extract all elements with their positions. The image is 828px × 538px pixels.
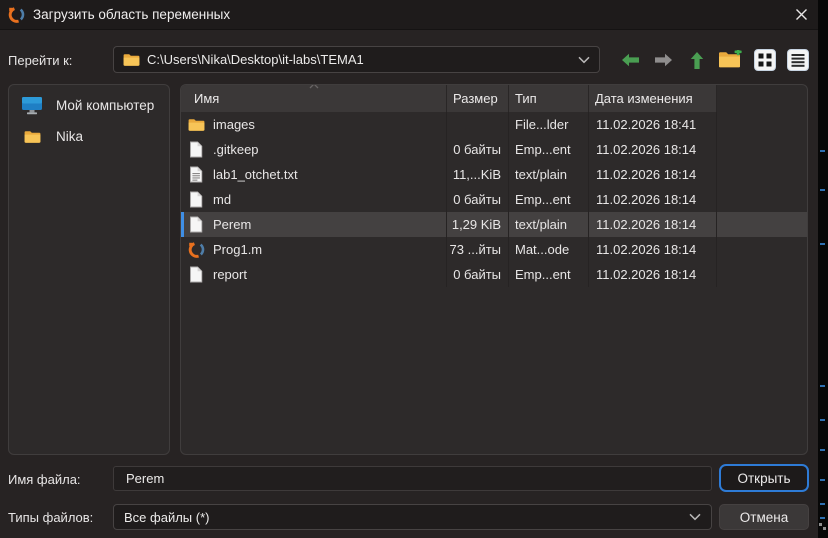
file-date: 11.02.2026 18:41 <box>589 112 717 137</box>
grid-view-icon <box>754 49 776 71</box>
sidebar-item-мой-компьютер[interactable]: Мой компьютер <box>9 90 169 121</box>
filetype-combobox[interactable]: Все файлы (*) <box>113 504 712 530</box>
column-header-name[interactable]: Имя <box>181 85 447 112</box>
table-row[interactable]: images File...lder 11.02.2026 18:41 <box>181 112 807 137</box>
forward-icon <box>654 53 673 67</box>
load-variables-dialog: Загрузить область переменных Перейти к: … <box>0 0 818 538</box>
dialog-title: Загрузить область переменных <box>33 7 230 22</box>
file-name: Perem <box>213 217 251 232</box>
table-row[interactable]: Perem 1,29 KiB text/plain 11.02.2026 18:… <box>181 212 807 237</box>
file-rows: images File...lder 11.02.2026 18:41 .git… <box>181 112 807 287</box>
icon-view-button[interactable] <box>752 47 778 73</box>
filename-label: Имя файла: <box>8 472 81 487</box>
up-icon <box>690 51 704 70</box>
file-size: 11,...KiB <box>447 162 509 187</box>
table-row[interactable]: Prog1.m 73 ...йты Mat...ode 11.02.2026 1… <box>181 237 807 262</box>
table-header: Имя Размер Тип Дата изменения <box>181 85 807 112</box>
sidebar-item-icon <box>20 130 44 144</box>
sidebar-item-label: Nika <box>56 129 83 144</box>
filetype-label: Типы файлов: <box>8 510 93 525</box>
file-name: .gitkeep <box>213 142 259 157</box>
table-row[interactable]: report 0 байты Emp...ent 11.02.2026 18:1… <box>181 262 807 287</box>
file-date: 11.02.2026 18:14 <box>589 262 717 287</box>
filename-input[interactable]: Perem <box>113 466 712 491</box>
file-date: 11.02.2026 18:14 <box>589 187 717 212</box>
file-type-icon <box>187 141 205 158</box>
path-value: C:\Users\Nika\Desktop\it-labs\TEMA1 <box>147 52 364 67</box>
file-date: 11.02.2026 18:14 <box>589 212 717 237</box>
sidebar-item-nika[interactable]: Nika <box>9 121 169 152</box>
cancel-button[interactable]: Отмена <box>719 504 809 530</box>
file-type: text/plain <box>509 162 589 187</box>
forward-button[interactable] <box>650 47 676 73</box>
back-button[interactable] <box>617 47 643 73</box>
close-icon <box>795 8 808 21</box>
column-header-date[interactable]: Дата изменения <box>589 85 717 112</box>
new-folder-button[interactable] <box>717 47 743 73</box>
detail-view-button[interactable] <box>785 47 811 73</box>
file-name: report <box>213 267 247 282</box>
title-bar: Загрузить область переменных <box>0 0 818 30</box>
open-button[interactable]: Открыть <box>719 464 809 492</box>
file-date: 11.02.2026 18:14 <box>589 162 717 187</box>
chevron-down-icon <box>578 56 590 64</box>
new-folder-icon <box>718 50 742 70</box>
file-type-icon <box>187 241 205 258</box>
file-name: md <box>213 192 231 207</box>
file-size: 0 байты <box>447 187 509 212</box>
file-type: Emp...ent <box>509 187 589 212</box>
file-size: 0 байты <box>447 137 509 162</box>
folder-icon <box>123 53 140 67</box>
close-button[interactable] <box>784 0 818 30</box>
file-name: images <box>213 117 255 132</box>
file-type-icon <box>187 191 205 208</box>
file-name: lab1_otchet.txt <box>213 167 298 182</box>
up-directory-button[interactable] <box>684 47 710 73</box>
sort-ascending-icon <box>309 84 319 89</box>
file-type-icon <box>187 118 205 132</box>
file-size: 1,29 KiB <box>447 212 509 237</box>
table-row[interactable]: .gitkeep 0 байты Emp...ent 11.02.2026 18… <box>181 137 807 162</box>
back-icon <box>621 53 640 67</box>
file-browser-panel: Имя Размер Тип Дата изменения images Fil… <box>180 84 808 455</box>
file-type: File...lder <box>509 112 589 137</box>
file-size: 73 ...йты <box>447 237 509 262</box>
column-header-size[interactable]: Размер <box>447 85 509 112</box>
file-size: 0 байты <box>447 262 509 287</box>
file-type-icon <box>187 216 205 233</box>
file-type: Emp...ent <box>509 262 589 287</box>
places-sidebar: Мой компьютер Nika <box>8 84 170 455</box>
background-screen-edge <box>818 0 828 538</box>
sidebar-item-label: Мой компьютер <box>56 98 154 113</box>
file-date: 11.02.2026 18:14 <box>589 237 717 262</box>
table-row[interactable]: lab1_otchet.txt 11,...KiB text/plain 11.… <box>181 162 807 187</box>
sidebar-item-icon <box>20 96 44 115</box>
file-type-icon <box>187 166 205 183</box>
file-type: text/plain <box>509 212 589 237</box>
file-date: 11.02.2026 18:14 <box>589 137 717 162</box>
file-type: Emp...ent <box>509 137 589 162</box>
goto-label: Перейти к: <box>8 53 72 68</box>
column-header-type[interactable]: Тип <box>509 85 589 112</box>
file-size <box>447 112 509 137</box>
filetype-value: Все файлы (*) <box>124 510 209 525</box>
path-combobox[interactable]: C:\Users\Nika\Desktop\it-labs\TEMA1 <box>113 46 600 73</box>
file-name: Prog1.m <box>213 242 262 257</box>
file-type-icon <box>187 266 205 283</box>
table-row[interactable]: md 0 байты Emp...ent 11.02.2026 18:14 <box>181 187 807 212</box>
file-type: Mat...ode <box>509 237 589 262</box>
list-view-icon <box>787 49 809 71</box>
filename-value: Perem <box>126 471 164 486</box>
octave-logo-icon <box>8 6 25 23</box>
chevron-down-icon <box>689 513 701 521</box>
